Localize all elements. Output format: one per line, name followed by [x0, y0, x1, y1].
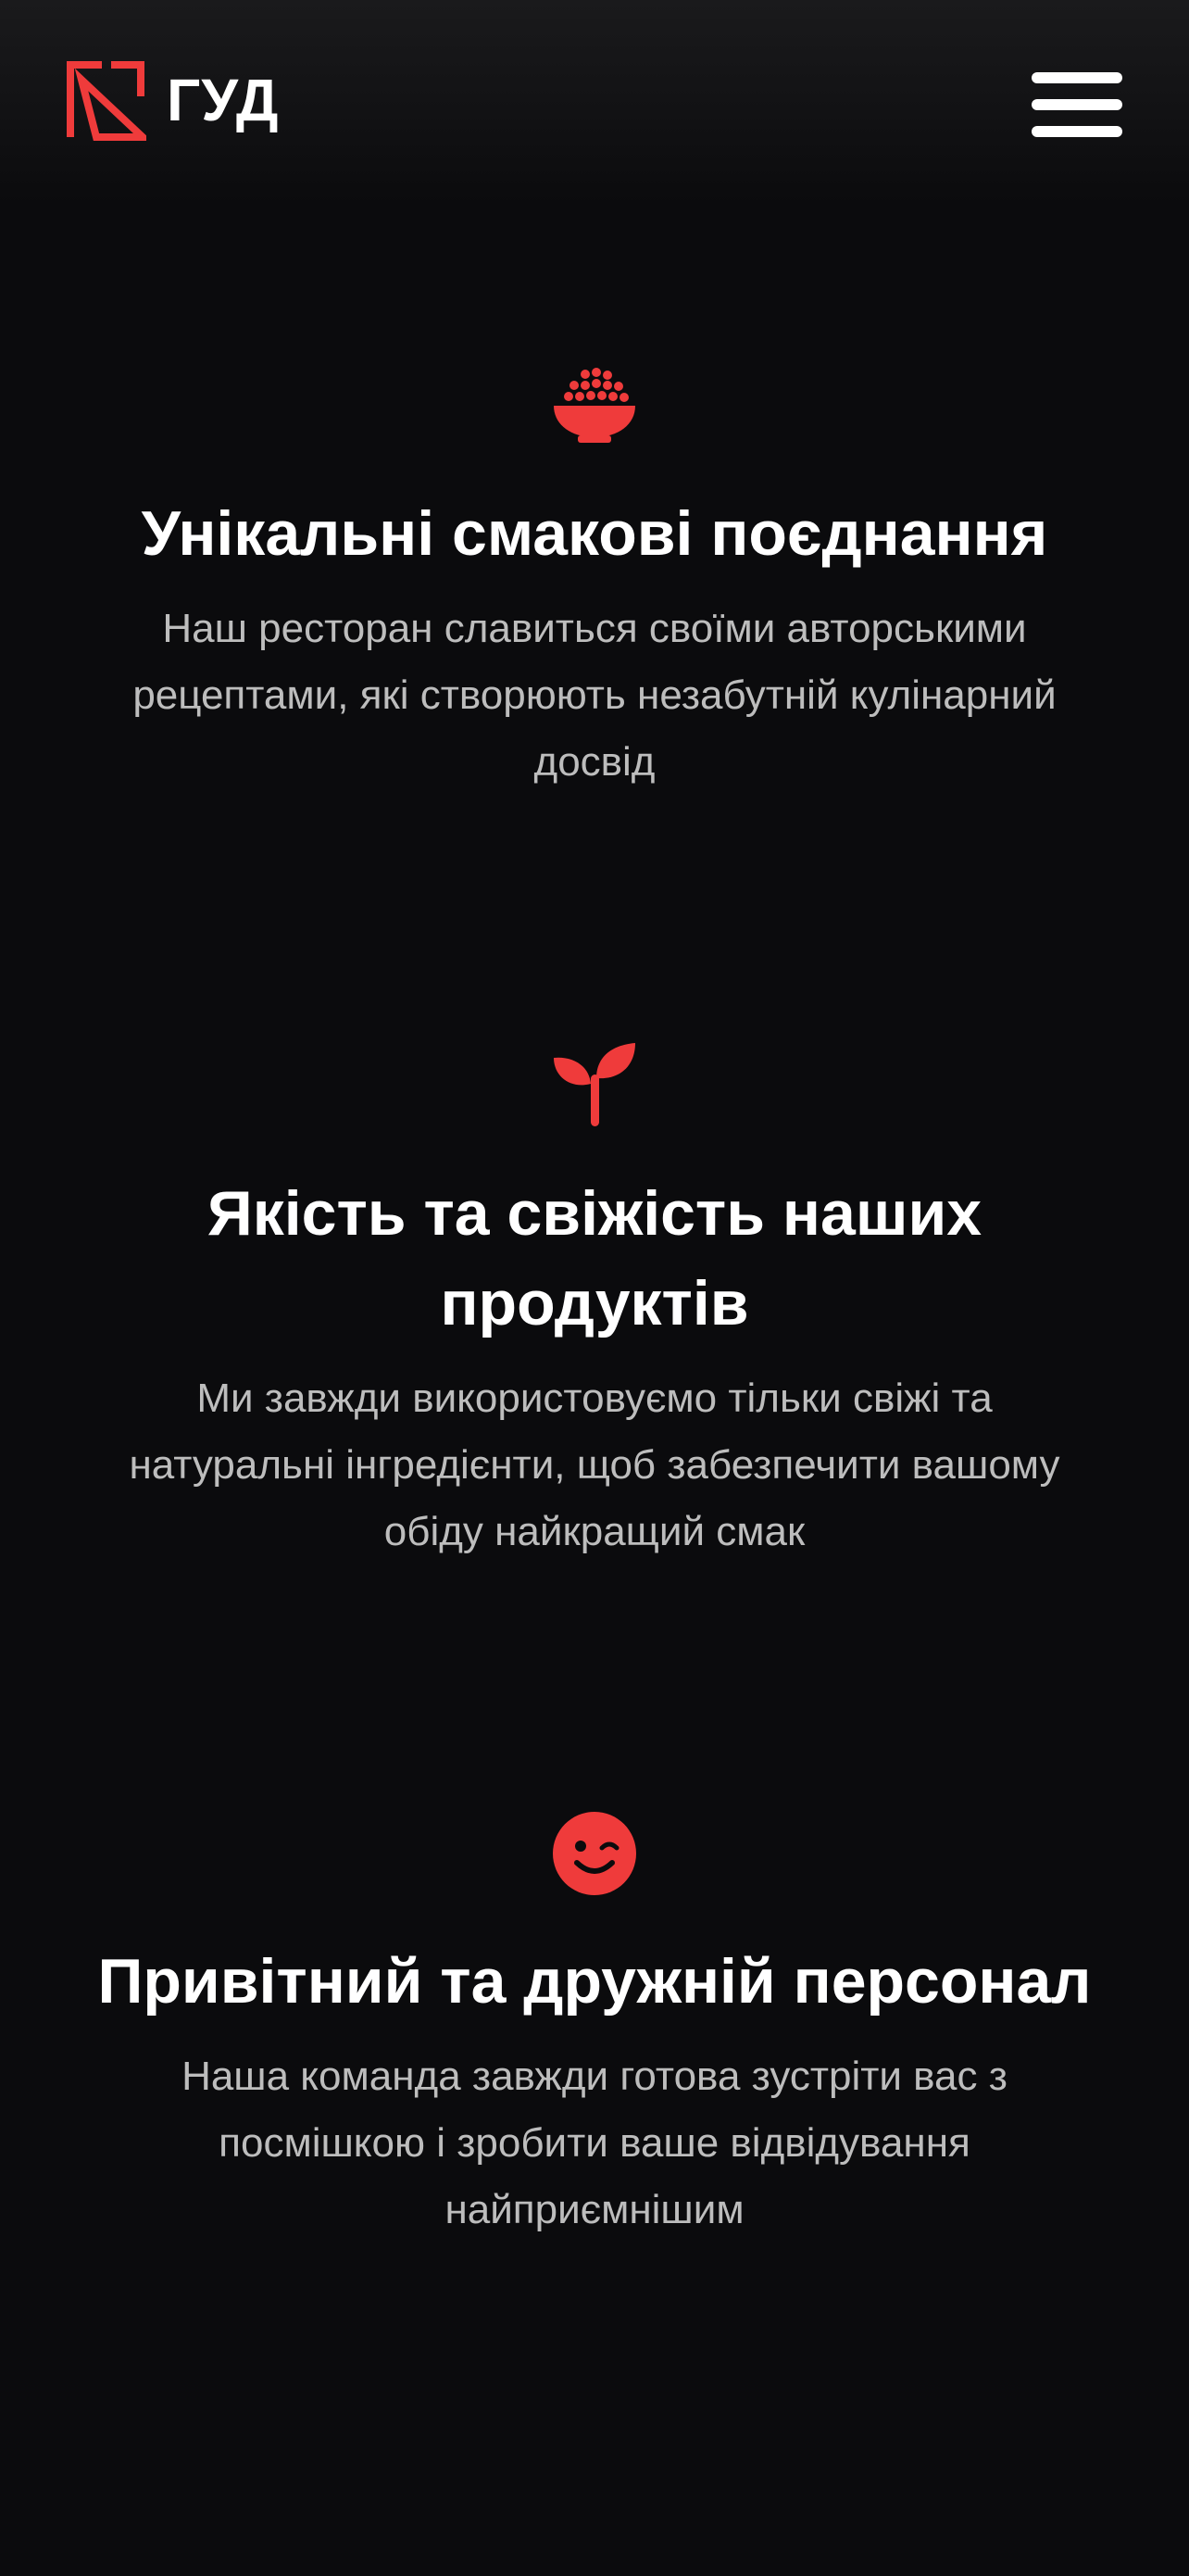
site-header: ГУД [0, 0, 1189, 204]
sprout-icon [554, 1043, 635, 1126]
feature-friendly-staff: Привітний та дружній персонал Наша коман… [0, 1811, 1189, 2243]
feature-description: Наша команда завжди готова зустріти вас … [181, 2054, 1008, 2232]
feature-title: Унікальні смакові поєднання [141, 498, 1048, 569]
brand-logo-icon [67, 61, 146, 141]
feature-unique-flavors: Унікальні смакові поєднання Наш ресторан… [0, 363, 1189, 796]
rice-bowl-icon [554, 368, 635, 443]
hamburger-menu-icon [1032, 72, 1122, 83]
feature-quality-freshness: Якість та свіжість наших продуктів Ми за… [0, 1041, 1189, 1565]
feature-description: Наш ресторан славиться своїми авторським… [132, 606, 1057, 785]
wink-face-icon [553, 1812, 636, 1895]
menu-button[interactable] [1030, 67, 1126, 143]
brand-name: ГУД [167, 67, 280, 133]
feature-description: Ми завжди використовуємо тільки свіжі та… [129, 1376, 1060, 1554]
feature-title: Привітний та дружній персонал [97, 1946, 1092, 2017]
feature-title: Якість та свіжість наших продуктів [207, 1178, 982, 1338]
brand-logo-link[interactable]: ГУД [65, 59, 279, 141]
